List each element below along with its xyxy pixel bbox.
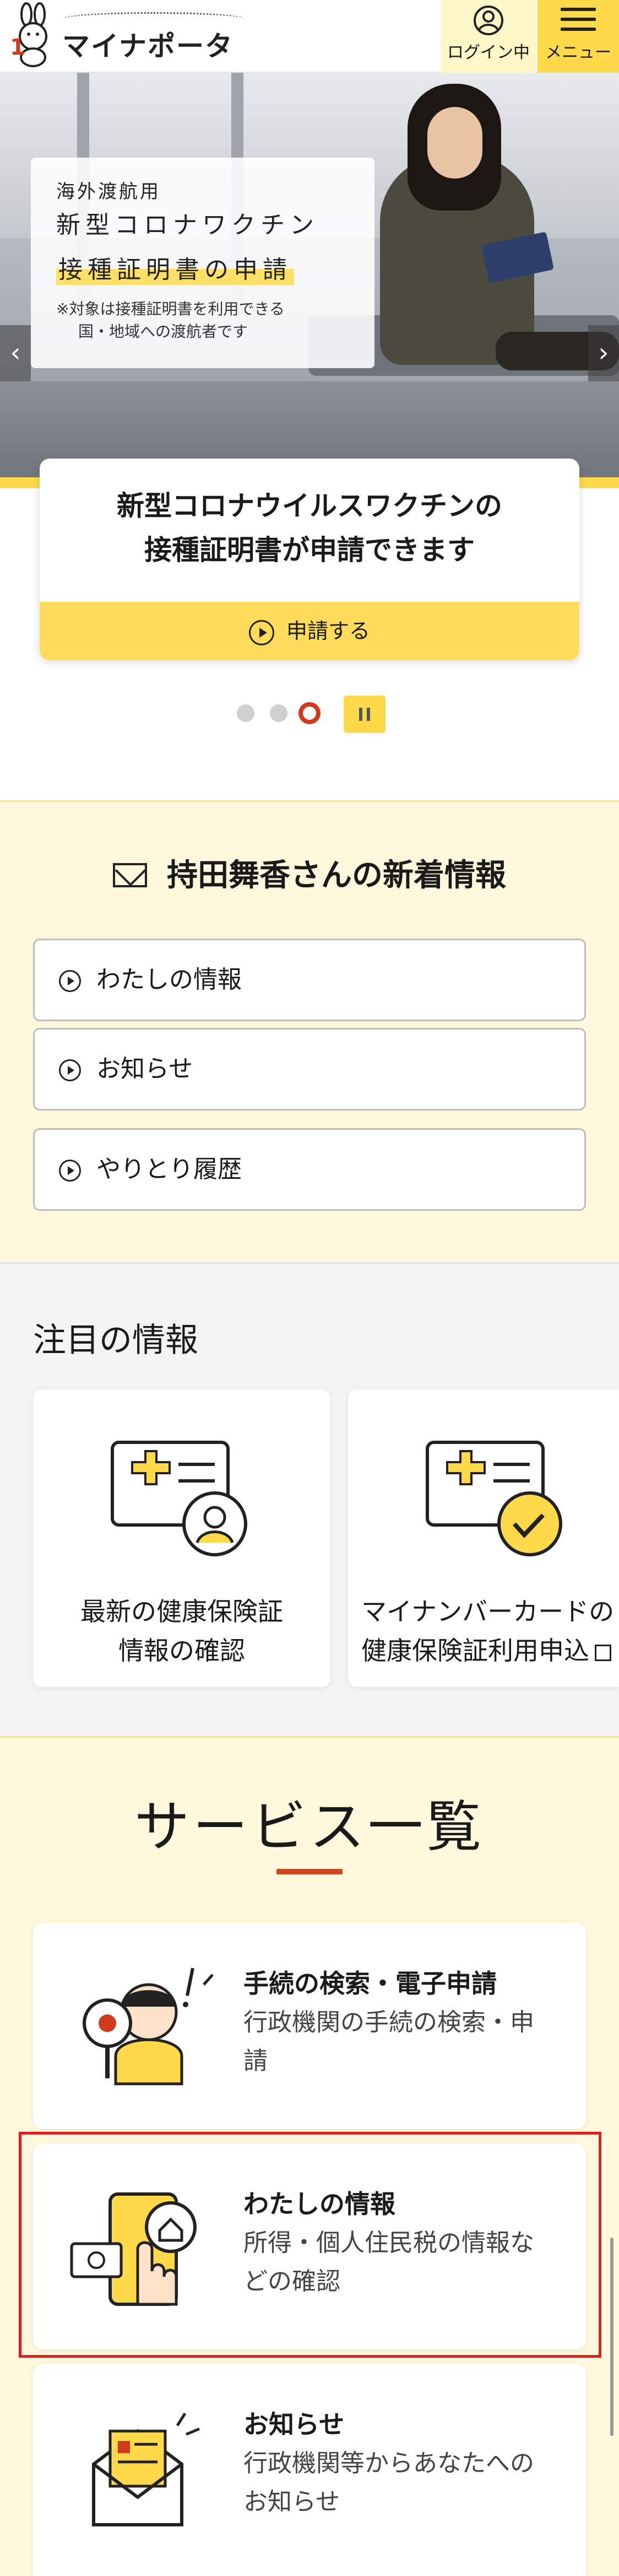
hero-note-line1: ※対象は接種証明書を利用できる xyxy=(56,300,285,318)
health-card-check-icon xyxy=(426,1441,562,1556)
featured-card-label: 最新の健康保険証 情報の確認 xyxy=(33,1592,330,1671)
services-title-underline xyxy=(276,1869,343,1874)
hero-kicker: 海外渡航用 xyxy=(56,181,161,203)
news-button-notices[interactable]: お知らせ xyxy=(33,1028,586,1111)
slide-title-line2: 接種証明書が申請できます xyxy=(144,534,475,566)
news-button-my-info[interactable]: わたしの情報 xyxy=(33,939,586,1021)
featured-title: 注目の情報 xyxy=(33,1321,198,1360)
slide-title-line1: 新型コロナウイルスワクチンの xyxy=(117,490,502,522)
pause-icon-bar xyxy=(367,708,370,721)
news-section: 持田舞香さんの新着情報 わたしの情報 お知らせ やりとり履歴 xyxy=(0,800,619,1262)
hero-note-line2: 国・地域への渡航者です xyxy=(78,322,248,341)
carousel-indicators xyxy=(237,696,391,734)
play-circle-icon xyxy=(59,970,81,992)
hamburger-icon xyxy=(561,8,596,37)
featured-card-line2: 健康保険証利用申込 xyxy=(361,1636,589,1666)
login-status-label: ログイン中 xyxy=(447,43,530,62)
apply-label: 申請する xyxy=(286,619,370,643)
news-title: 持田舞香さんの新着情報 xyxy=(0,850,619,895)
news-button-label: やりとり履歴 xyxy=(96,1155,242,1183)
user-icon xyxy=(474,6,503,35)
person-magnifier-icon xyxy=(83,1968,214,2085)
health-card-search-icon xyxy=(111,1441,247,1556)
featured-section: 注目の情報 最新の健康保険証 情報の確認 マイナンバーカードの 健康保険証利用申… xyxy=(0,1262,619,1736)
hero-carousel: 海外渡航用 新型コロナワクチン 接種証明書の申請 ※対象は接種証明書を利用できる… xyxy=(0,73,619,488)
carousel-pause-button[interactable] xyxy=(344,696,385,733)
news-button-history[interactable]: やりとり履歴 xyxy=(33,1128,586,1211)
slide-title: 新型コロナウイルスワクチンの 接種証明書が申請できます xyxy=(40,484,579,572)
news-button-label: わたしの情報 xyxy=(96,966,242,994)
menu-button[interactable]: メニュー xyxy=(537,0,619,73)
chevron-left-icon: ‹ xyxy=(10,337,21,368)
featured-card-line2: 情報の確認 xyxy=(118,1636,245,1666)
rabbit-mascot-icon: 1 xyxy=(10,2,47,67)
menu-label: メニュー xyxy=(545,43,611,62)
hero-note: ※対象は接種証明書を利用できる 国・地域への渡航者です xyxy=(56,298,349,343)
carousel-next-button[interactable]: › xyxy=(588,325,619,381)
external-link-icon xyxy=(595,1644,611,1661)
pause-icon xyxy=(359,708,362,721)
hero-line1: 新型コロナワクチン xyxy=(56,211,319,239)
featured-card-label: マイナンバーカードの 健康保険証利用申込 xyxy=(361,1592,619,1671)
page-scrollbar[interactable] xyxy=(610,2238,613,2436)
mynaportal-arc xyxy=(63,12,245,25)
site-header: 1 マイナポータル ログイン中 メニュー xyxy=(0,0,619,102)
carousel-dot-3[interactable] xyxy=(298,702,321,724)
play-circle-icon xyxy=(248,619,274,645)
slide-info-panel: 新型コロナウイルスワクチンの 接種証明書が申請できます 申請する xyxy=(40,459,579,660)
service-card-procedure-search[interactable]: 手続の検索・電子申請 行政機関の手続の検索・申請 xyxy=(33,1923,586,2129)
service-card-notices[interactable]: お知らせ 行政機関等からあなたへのお知らせ xyxy=(33,2364,586,2576)
service-desc: 行政機関の手続の検索・申請 xyxy=(243,2008,534,2076)
hero-caption-card: 海外渡航用 新型コロナワクチン 接種証明書の申請 ※対象は接種証明書を利用できる… xyxy=(31,158,374,368)
envelope-letter-icon xyxy=(92,2412,200,2526)
selection-highlight-box xyxy=(19,2132,601,2358)
play-circle-icon xyxy=(59,1160,81,1182)
svg-text:1: 1 xyxy=(10,35,25,60)
mail-icon xyxy=(113,863,147,887)
play-circle-icon xyxy=(59,1059,81,1081)
carousel-prev-button[interactable]: ‹ xyxy=(0,325,31,381)
news-title-text: 持田舞香さんの新着情報 xyxy=(167,858,506,893)
login-status-button[interactable]: ログイン中 xyxy=(441,0,536,73)
service-title: 手続の検索・電子申請 xyxy=(243,1969,497,1998)
hero-line2: 接種証明書の申請 xyxy=(56,250,294,285)
service-desc: 行政機関等からあなたへのお知らせ xyxy=(243,2449,534,2516)
service-title: お知らせ xyxy=(243,2410,345,2439)
carousel-dot-1[interactable] xyxy=(237,704,254,722)
featured-card-line2-wrap: 健康保険証利用申込 xyxy=(361,1631,619,1670)
news-button-label: お知らせ xyxy=(96,1055,193,1083)
featured-card-line1: 最新の健康保険証 xyxy=(80,1597,283,1626)
chevron-right-icon: › xyxy=(598,337,609,368)
apply-button[interactable]: 申請する xyxy=(40,602,579,660)
featured-card-insurance-check[interactable]: 最新の健康保険証 情報の確認 xyxy=(33,1389,330,1687)
services-title: サービス一覧 xyxy=(134,1794,485,1859)
carousel-dot-2[interactable] xyxy=(270,704,287,722)
mynaportal-logo[interactable]: 1 マイナポータル xyxy=(10,2,252,102)
featured-card-insurance-apply[interactable]: マイナンバーカードの 健康保険証利用申込 xyxy=(348,1389,619,1687)
featured-card-line1: マイナンバーカードの xyxy=(361,1597,615,1626)
